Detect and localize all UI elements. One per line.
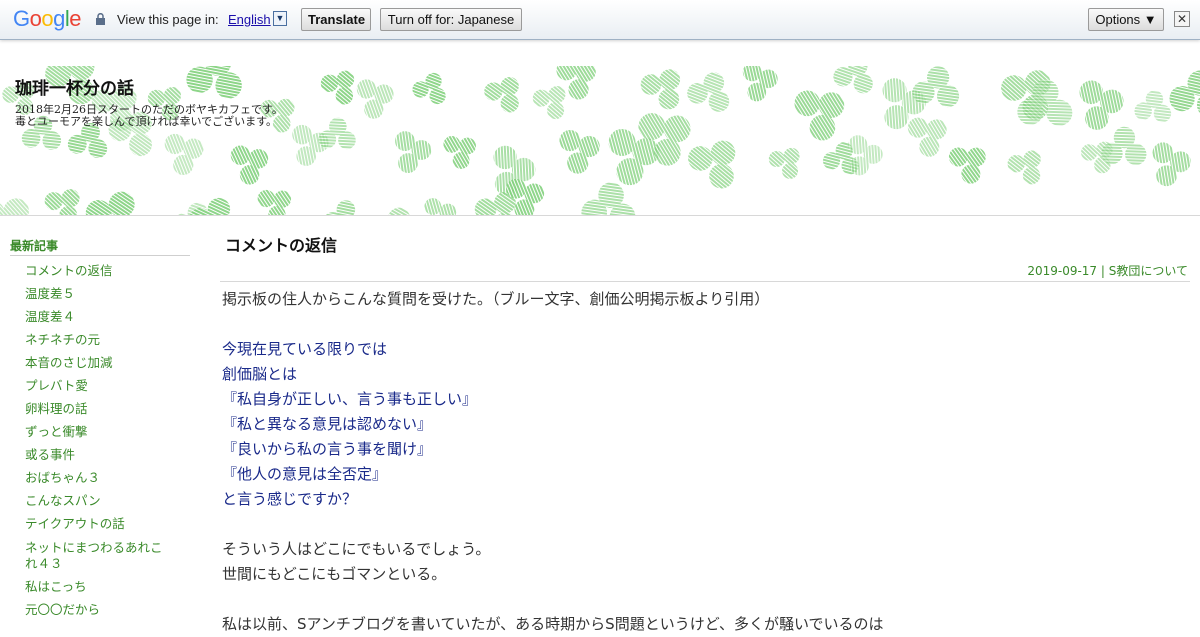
clover-decoration: [640, 69, 681, 110]
clover-pattern-background: [0, 66, 1200, 215]
clover-decoration: [484, 77, 519, 113]
blog-title[interactable]: 珈琲一杯分の話: [15, 74, 134, 99]
clover-decoration: [948, 147, 986, 184]
clover-decoration: [1152, 142, 1191, 187]
clover-decoration: [1101, 126, 1147, 166]
clover-decoration: [257, 189, 292, 215]
clover-decoration: [323, 200, 356, 215]
clover-decoration: [395, 131, 432, 173]
quoted-line: 『他人の意見は全否定』: [222, 465, 388, 483]
clover-decoration: [424, 198, 457, 215]
recent-post-link[interactable]: おばちゃん３: [10, 470, 190, 486]
clover-decoration: [687, 72, 730, 112]
google-logo: Google: [13, 6, 82, 32]
body-line: 掲示板の住人からこんな質問を受けた。（ブルー文字、創価公明掲示板より引用）: [222, 290, 770, 308]
blog-description: 2018年2月26日スタートのただのボヤキカフェです。 毒とユーモアを楽しんで頂…: [15, 104, 283, 128]
blog-header: 珈琲一杯分の話 2018年2月26日スタートのただのボヤキカフェです。 毒とユー…: [0, 66, 1200, 216]
clover-decoration: [559, 129, 600, 174]
google-logo-letter: o: [29, 6, 42, 31]
clover-decoration: [688, 140, 736, 189]
turn-off-translation-button[interactable]: Turn off for: Japanese: [380, 8, 522, 31]
clover-decoration: [1079, 80, 1124, 130]
translate-button[interactable]: Translate: [301, 8, 371, 31]
clover-decoration: [387, 207, 411, 215]
lock-icon: [96, 13, 105, 25]
quoted-line: と言う感じですか？: [222, 490, 358, 508]
post-body: 掲示板の住人からこんな質問を受けた。（ブルー文字、創価公明掲示板より引用） 今現在…: [220, 287, 1190, 637]
recent-post-link[interactable]: 温度差５: [10, 286, 190, 302]
body-line: 世間にもどこにもゴマンといる。: [222, 565, 447, 583]
body-line: そういう人はどこにでもいるでしょう。: [222, 540, 491, 558]
language-dropdown-arrow-icon[interactable]: ▼: [273, 11, 287, 26]
quoted-line: 『私と異なる意見は認めない』: [222, 415, 433, 433]
clover-decoration: [189, 197, 231, 215]
main-content: コメントの返信 2019-09-17 | S教団について 掲示板の住人からこんな…: [220, 234, 1190, 637]
recent-post-link[interactable]: 私はこっち: [10, 579, 190, 595]
recent-post-link[interactable]: 或る事件: [10, 447, 190, 463]
post-title[interactable]: コメントの返信: [220, 234, 1190, 264]
google-logo-letter: e: [69, 6, 82, 31]
clover-decoration: [794, 90, 845, 141]
quoted-line: 今現在見ている限りでは: [222, 340, 388, 358]
recent-post-link[interactable]: 卵料理の話: [10, 401, 190, 417]
language-select-link[interactable]: English: [228, 12, 271, 27]
clover-decoration: [1134, 90, 1172, 123]
recent-post-link[interactable]: プレバト愛: [10, 378, 190, 394]
clover-decoration: [318, 117, 356, 150]
body-line: 私は以前、Sアンチブログを書いていたが、ある時期からS問題というけど、多くが騒い…: [222, 615, 884, 633]
clover-decoration: [44, 189, 80, 215]
recent-post-link[interactable]: ずっと衝撃: [10, 424, 190, 440]
quoted-line: 創価脳とは: [222, 365, 298, 383]
recent-post-link[interactable]: ネチネチの元: [10, 332, 190, 348]
clover-decoration: [164, 133, 204, 176]
google-translate-bar: Google View this page in: English ▼ Tran…: [0, 0, 1200, 40]
post-meta[interactable]: 2019-09-17 | S教団について: [220, 264, 1190, 282]
clover-decoration: [230, 145, 269, 185]
clover-decoration: [186, 66, 242, 99]
recent-post-link[interactable]: ネットにまつわるあれこ: [10, 540, 190, 556]
clover-decoration: [768, 147, 800, 179]
recent-posts-heading: 最新記事: [10, 237, 190, 256]
clover-decoration: [532, 86, 566, 120]
recent-post-link[interactable]: 本音のさじ加減: [10, 355, 190, 371]
clover-decoration: [1169, 70, 1200, 118]
recent-post-link[interactable]: 温度差４: [10, 309, 190, 325]
quoted-line: 『私自身が正しい、言う事も正しい』: [222, 390, 478, 408]
clover-decoration: [443, 135, 476, 169]
clover-decoration: [907, 117, 947, 157]
recent-post-link[interactable]: こんなスパン: [10, 493, 190, 509]
google-logo-letter: o: [41, 6, 54, 31]
quoted-line: 『良いから私の言う事を聞け』: [222, 440, 433, 458]
clover-decoration: [356, 79, 394, 119]
clover-decoration: [85, 191, 135, 215]
recent-posts-list: コメントの返信 温度差５ 温度差４ ネチネチの元 本音のさじ加減 プレバト愛 卵…: [10, 263, 190, 618]
recent-post-link[interactable]: コメントの返信: [10, 263, 190, 279]
google-logo-letter: G: [13, 6, 30, 31]
view-page-in-label: View this page in:: [117, 12, 219, 27]
clover-decoration: [742, 66, 778, 102]
google-logo-letter: g: [53, 6, 65, 31]
clover-decoration: [0, 198, 29, 215]
clover-decoration: [412, 72, 446, 105]
sidebar: 最新記事 コメントの返信 温度差５ 温度差４ ネチネチの元 本音のさじ加減 プレ…: [10, 237, 190, 618]
recent-post-link[interactable]: テイクアウトの話: [10, 516, 190, 532]
clover-decoration: [1007, 150, 1041, 185]
recent-post-link[interactable]: 元〇〇だから: [10, 602, 190, 618]
blog-description-line: 毒とユーモアを楽しんで頂ければ幸いでございます。: [15, 115, 278, 128]
options-button[interactable]: Options ▼: [1088, 8, 1164, 31]
clover-decoration: [833, 66, 873, 94]
recent-post-link-continued[interactable]: れ４３: [10, 556, 190, 572]
clover-decoration: [848, 135, 883, 176]
close-icon[interactable]: ✕: [1174, 11, 1190, 27]
clover-decoration: [912, 66, 960, 108]
